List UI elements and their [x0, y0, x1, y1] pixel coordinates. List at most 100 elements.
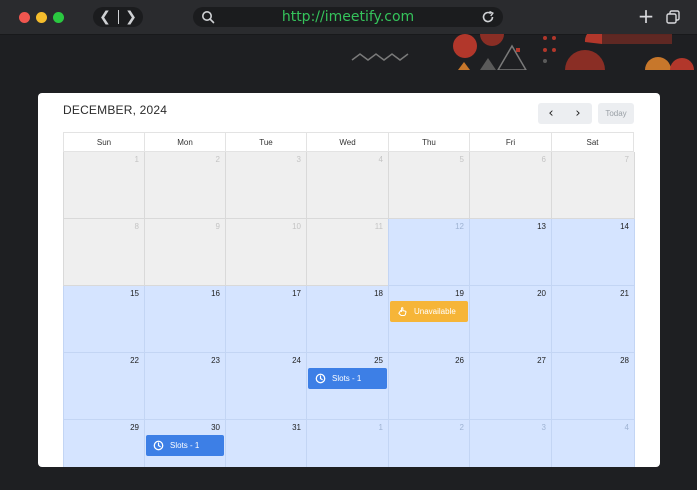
- event-label: Slots - 1: [332, 374, 362, 383]
- weekday-mon: Mon: [144, 132, 226, 152]
- day-number: 25: [374, 356, 383, 365]
- calendar-day-cell: 9: [144, 219, 226, 286]
- forward-icon[interactable]: ❯: [119, 7, 143, 27]
- calendar-day-cell[interactable]: 27: [469, 353, 552, 420]
- close-window-button[interactable]: [19, 12, 30, 23]
- weekday-wed: Wed: [306, 132, 389, 152]
- calendar-day-cell: 4: [306, 152, 389, 219]
- calendar-day-cell: 1: [63, 152, 145, 219]
- day-number: 23: [211, 356, 220, 365]
- calendar-day-cell[interactable]: 4: [551, 420, 635, 467]
- clock-icon: [153, 440, 164, 451]
- event-label: Unavailable: [414, 307, 456, 316]
- day-number: 27: [537, 356, 546, 365]
- day-number: 29: [130, 423, 139, 432]
- day-number: 16: [211, 289, 220, 298]
- calendar-day-cell: 11: [306, 219, 389, 286]
- day-number: 10: [292, 222, 301, 231]
- day-number: 28: [620, 356, 629, 365]
- weekday-fri: Fri: [469, 132, 552, 152]
- day-number: 14: [620, 222, 629, 231]
- tabs-overview-icon[interactable]: [666, 10, 680, 24]
- day-number: 18: [374, 289, 383, 298]
- calendar-day-cell: 8: [63, 219, 145, 286]
- calendar-day-cell[interactable]: 24: [225, 353, 307, 420]
- day-number: 21: [620, 289, 629, 298]
- day-number: 26: [455, 356, 464, 365]
- day-number: 4: [624, 423, 629, 432]
- day-number: 8: [134, 222, 139, 231]
- calendar-day-cell[interactable]: 17: [225, 286, 307, 353]
- day-number: 24: [292, 356, 301, 365]
- calendar-day-cell[interactable]: 18: [306, 286, 389, 353]
- day-number: 5: [459, 155, 464, 164]
- minimize-window-button[interactable]: [36, 12, 47, 23]
- today-button[interactable]: Today: [598, 103, 634, 124]
- day-number: 15: [130, 289, 139, 298]
- calendar-day-cell: 3: [225, 152, 307, 219]
- address-bar[interactable]: http://imeetify.com: [193, 7, 503, 27]
- calendar-day-cell[interactable]: 21: [551, 286, 635, 353]
- day-number: 6: [541, 155, 546, 164]
- clock-icon: [315, 373, 326, 384]
- month-grid: Sun Mon Tue Wed Thu Fri Sat 1 2 3 4 5 6 7 8 9 10 1…: [63, 132, 635, 467]
- url-text: http://imeetify.com: [281, 9, 415, 25]
- weekday-sat: Sat: [551, 132, 634, 152]
- day-number: 9: [215, 222, 220, 231]
- slot-event[interactable]: Slots - 1: [146, 435, 224, 456]
- calendar-day-cell[interactable]: 16: [144, 286, 226, 353]
- new-tab-icon[interactable]: +: [637, 6, 655, 26]
- day-number: 30: [211, 423, 220, 432]
- weekday-thu: Thu: [388, 132, 470, 152]
- next-month-button[interactable]: ›: [565, 103, 591, 124]
- calendar-day-cell: 7: [551, 152, 635, 219]
- day-number: 2: [215, 155, 220, 164]
- prev-month-button[interactable]: ‹: [538, 103, 564, 124]
- day-number: 3: [541, 423, 546, 432]
- browser-toolbar: ❮ ❯ http://imeetify.com +: [0, 0, 697, 35]
- calendar-day-cell[interactable]: 14: [551, 219, 635, 286]
- weekday-tue: Tue: [225, 132, 307, 152]
- event-label: Slots - 1: [170, 441, 200, 450]
- maximize-window-button[interactable]: [53, 12, 64, 23]
- calendar-day-cell[interactable]: 26: [388, 353, 470, 420]
- day-number: 1: [378, 423, 383, 432]
- day-number: 12: [455, 222, 464, 231]
- calendar-title: DECEMBER, 2024: [63, 103, 168, 117]
- background-illustration: [351, 34, 694, 70]
- calendar-day-cell[interactable]: 13: [469, 219, 552, 286]
- calendar-day-cell[interactable]: 29: [63, 420, 145, 467]
- calendar-day-cell[interactable]: 20: [469, 286, 552, 353]
- calendar-day-cell[interactable]: 12: [388, 219, 470, 286]
- calendar-day-cell[interactable]: 28: [551, 353, 635, 420]
- calendar-day-cell[interactable]: 31: [225, 420, 307, 467]
- calendar-panel: DECEMBER, 2024 ‹ › Today Sun Mon Tue Wed…: [38, 93, 660, 467]
- calendar-week-row: 15 16 17 18 19 20 21: [63, 286, 635, 353]
- day-number: 2: [459, 423, 464, 432]
- calendar-day-cell[interactable]: 22: [63, 353, 145, 420]
- day-number: 4: [378, 155, 383, 164]
- calendar-week-row: 8 9 10 11 12 13 14: [63, 219, 635, 286]
- calendar-day-cell[interactable]: 23: [144, 353, 226, 420]
- month-nav: ‹ ›: [538, 103, 592, 124]
- calendar-day-cell[interactable]: 1: [306, 420, 389, 467]
- unavailable-event[interactable]: Unavailable: [390, 301, 468, 322]
- day-number: 13: [537, 222, 546, 231]
- day-number: 31: [292, 423, 301, 432]
- calendar-day-cell[interactable]: 2: [388, 420, 470, 467]
- weekday-sun: Sun: [63, 132, 145, 152]
- calendar-day-cell[interactable]: 3: [469, 420, 552, 467]
- history-nav: ❮ ❯: [93, 7, 143, 27]
- calendar-day-cell[interactable]: 15: [63, 286, 145, 353]
- back-icon[interactable]: ❮: [93, 7, 117, 27]
- reload-icon[interactable]: [481, 10, 495, 24]
- day-number: 1: [134, 155, 139, 164]
- day-number: 11: [374, 222, 383, 231]
- day-number: 17: [292, 289, 301, 298]
- day-number: 22: [130, 356, 139, 365]
- calendar-week-row: 1 2 3 4 5 6 7: [63, 152, 635, 219]
- day-number: 19: [455, 289, 464, 298]
- slot-event[interactable]: Slots - 1: [308, 368, 387, 389]
- weekday-header: Sun Mon Tue Wed Thu Fri Sat: [63, 132, 634, 152]
- calendar-day-cell: 6: [469, 152, 552, 219]
